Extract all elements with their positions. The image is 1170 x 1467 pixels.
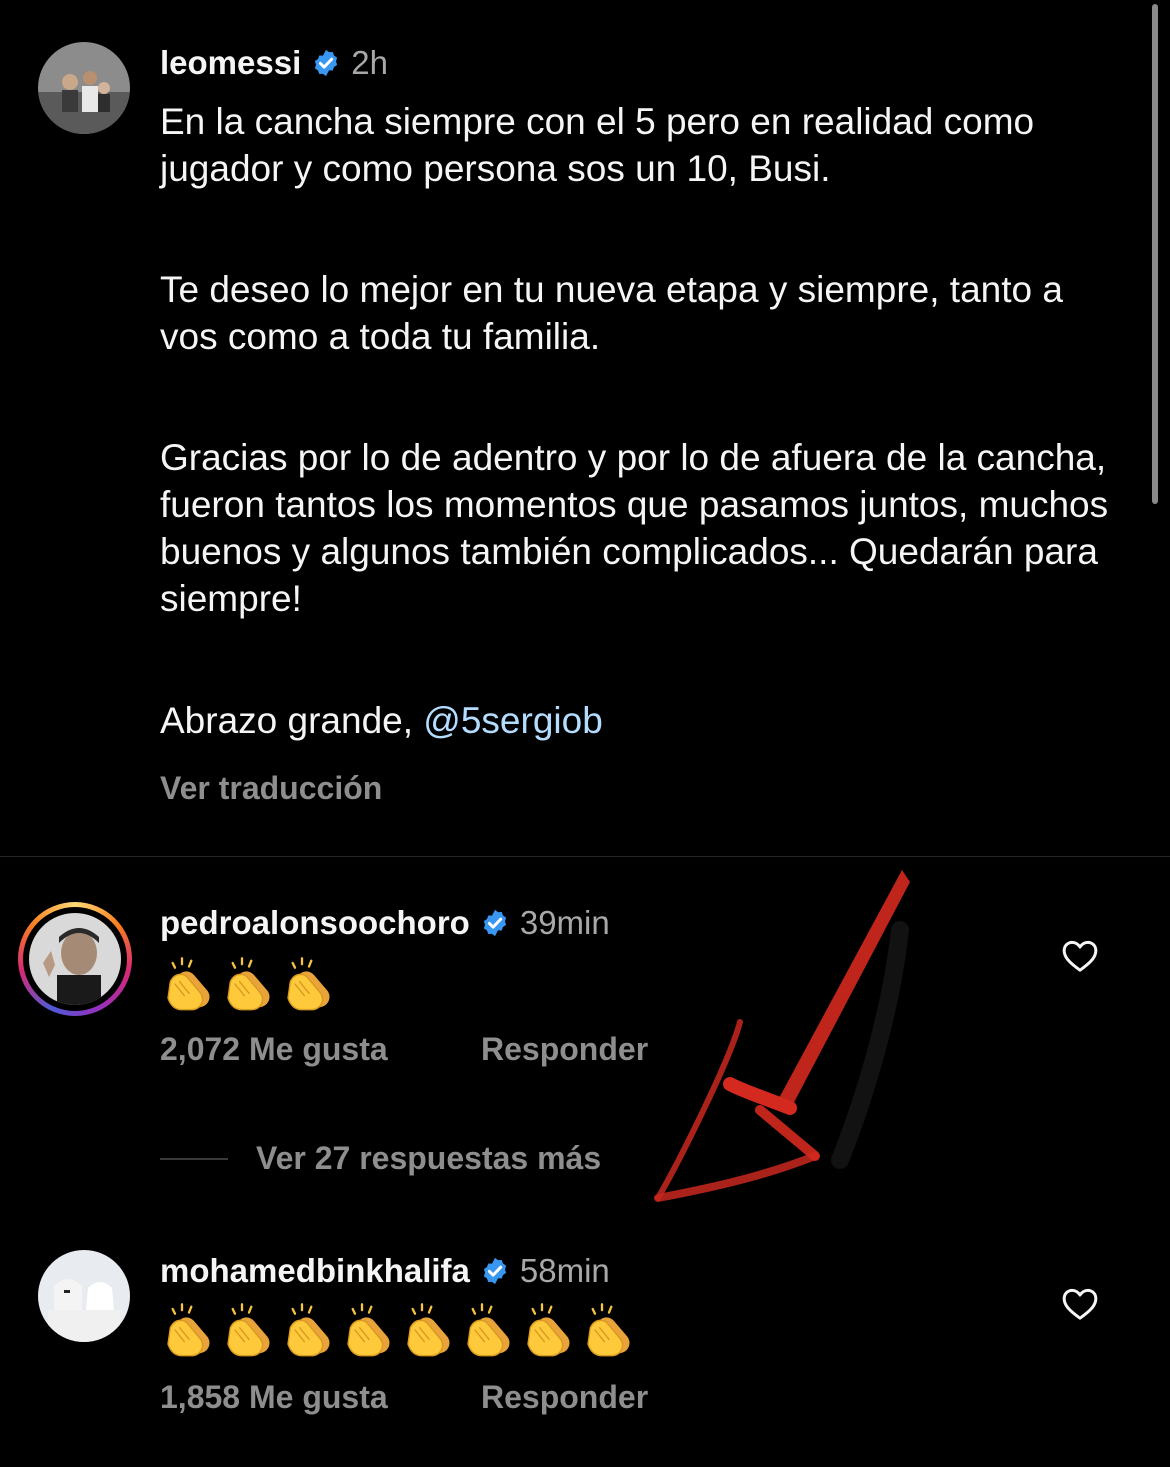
verified-badge-icon [315, 49, 338, 77]
view-more-replies-label: Ver 27 respuestas más [256, 1140, 602, 1176]
clapping-hands-emoji [167, 1303, 210, 1357]
caption-paragraph-3: Gracias por lo de adentro y por lo de af… [160, 437, 1109, 619]
annotation-arrow-icon [654, 870, 910, 1202]
heart-outline-icon[interactable] [1060, 1284, 1100, 1324]
author-avatar[interactable] [38, 42, 130, 134]
verified-badge-icon [483, 909, 506, 937]
commenter-username-row-2: mohamedbinkhalifa 58min [160, 1252, 610, 1290]
comment-time-2: 58min [519, 1252, 610, 1289]
closing-text: Abrazo grande, [160, 700, 424, 741]
comment-text-1 [160, 956, 338, 1012]
caption-paragraph-1: En la cancha siempre con el 5 pero en re… [160, 101, 1035, 189]
verified-badge-icon [483, 1257, 507, 1285]
clapping-hands-emoji [227, 957, 270, 1011]
reply-button-1[interactable]: Responder [481, 1031, 648, 1068]
replies-line [160, 1157, 228, 1160]
scrollbar[interactable] [1152, 4, 1158, 504]
reply-button-2[interactable]: Responder [481, 1379, 648, 1416]
clapping-hands-emoji [227, 1303, 270, 1357]
comment-text-2 [160, 1302, 638, 1358]
clapping-hands-emoji [167, 957, 210, 1011]
see-translation-button[interactable]: Ver traducción [160, 770, 382, 807]
clapping-hands-emoji [287, 957, 330, 1011]
view-more-replies-button[interactable]: Ver 27 respuestas más [160, 1140, 601, 1177]
caption-closing: Abrazo grande, @5sergiob [160, 697, 1120, 744]
post-time: 2h [351, 44, 388, 81]
mention-link[interactable]: @5sergiob [423, 700, 603, 741]
clapping-hands-emoji [527, 1303, 570, 1357]
clapping-hands-emoji [467, 1303, 510, 1357]
clapping-hands-emoji [347, 1303, 390, 1357]
clapping-hands-emoji [587, 1303, 630, 1357]
like-count-2[interactable]: 1,858 Me gusta [160, 1379, 388, 1416]
comments-screen: leomessi 2h En la cancha siempre con el … [0, 0, 1170, 1467]
heart-outline-icon[interactable] [1060, 936, 1100, 976]
commenter-avatar-2[interactable] [38, 1250, 130, 1342]
like-count-1[interactable]: 2,072 Me gusta [160, 1031, 388, 1068]
author-username-row: leomessi 2h [160, 44, 388, 82]
commenter-username-2[interactable]: mohamedbinkhalifa [160, 1252, 470, 1290]
commenter-username-row-1: pedroalonsoochoro 39min [160, 904, 610, 942]
author-username[interactable]: leomessi [160, 44, 301, 82]
comment-time-1: 39min [519, 904, 610, 941]
clapping-hands-emoji [407, 1303, 450, 1357]
commenter-username-1[interactable]: pedroalonsoochoro [160, 904, 470, 942]
caption-paragraph-2: Te deseo lo mejor en tu nueva etapa y si… [160, 269, 1063, 357]
commenter-avatar-1[interactable] [18, 902, 132, 1016]
divider [0, 856, 1170, 857]
clapping-hands-emoji [287, 1303, 330, 1357]
